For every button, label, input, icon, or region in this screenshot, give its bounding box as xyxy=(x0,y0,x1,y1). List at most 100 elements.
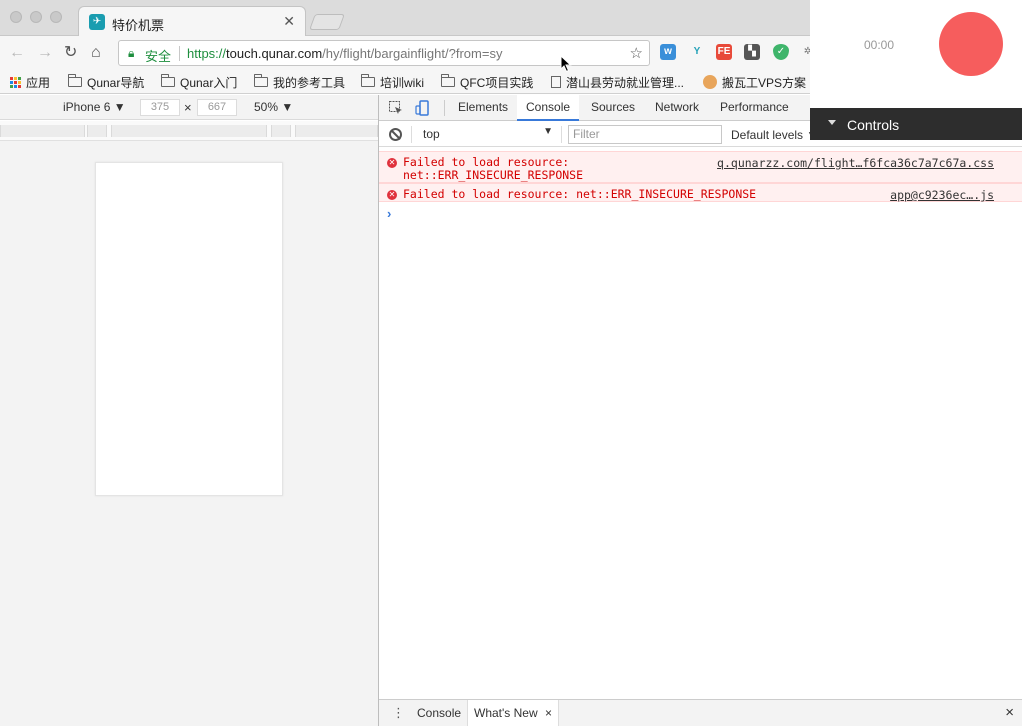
folder-icon xyxy=(254,74,268,87)
extension-fe-icon[interactable]: FE xyxy=(716,44,732,60)
context-select[interactable]: top ▼ xyxy=(415,126,555,143)
emulated-device-screen[interactable] xyxy=(95,162,283,496)
tab-network[interactable]: Network xyxy=(646,95,708,121)
ruler-segment[interactable] xyxy=(295,125,378,137)
tab-title: 特价机票 xyxy=(112,18,165,33)
bookmark-reference-tools[interactable]: 我的参考工具 xyxy=(254,73,345,91)
home-icon[interactable]: ⌂ xyxy=(91,44,101,62)
console-prompt[interactable]: › xyxy=(387,206,391,221)
media-query-ruler xyxy=(0,121,378,141)
tab-performance[interactable]: Performance xyxy=(711,95,798,121)
error-line: net::ERR_INSECURE_RESPONSE xyxy=(403,168,584,182)
drawer-tab-console[interactable]: Console xyxy=(411,700,467,726)
device-width-input[interactable]: 375 xyxy=(140,99,180,116)
toolbar-divider xyxy=(561,126,562,143)
console-output: ✕ Failed to load resource: net::ERR_INSE… xyxy=(379,148,1022,698)
recorder-controls-toggle[interactable]: Controls xyxy=(810,108,1022,140)
bookmark-employment-office[interactable]: 潜山县劳动就业管理... xyxy=(551,73,684,91)
bookmark-apps[interactable]: 应用 xyxy=(10,73,50,91)
tab-elements[interactable]: Elements xyxy=(449,95,517,121)
error-text: Failed to load resource: net::ERR_INSECU… xyxy=(403,187,757,201)
extension-glasses-icon[interactable]: ▚ xyxy=(744,44,760,60)
bookmark-label: Qunar入门 xyxy=(180,75,238,90)
log-levels-select[interactable]: Default levels ▼ xyxy=(731,128,818,142)
bookmark-qunar-nav[interactable]: Qunar导航 xyxy=(68,73,144,91)
dimension-times: × xyxy=(184,100,192,115)
bookmark-vps-plan[interactable]: 搬瓦工VPS方案 xyxy=(703,73,806,91)
screen-recorder-widget: 00:00 Controls xyxy=(810,0,1022,140)
device-select[interactable]: iPhone 6 ▼ xyxy=(63,100,126,114)
close-tab-icon[interactable]: ✕ xyxy=(283,13,295,30)
bookmark-label: 应用 xyxy=(26,75,51,90)
console-filter-input[interactable]: Filter xyxy=(568,125,722,144)
device-toggle-icon[interactable] xyxy=(415,100,431,116)
bookmark-training-wiki[interactable]: 培训wiki xyxy=(361,73,424,91)
bookmark-qfc-practice[interactable]: QFC项目实践 xyxy=(441,73,533,91)
tab-sources[interactable]: Sources xyxy=(582,95,644,121)
drawer-tab-label: What's New xyxy=(474,706,538,720)
devtools-drawer: ⋮ Console What's New × × xyxy=(379,699,1022,726)
bookmark-label: 搬瓦工VPS方案 xyxy=(722,75,807,90)
reload-icon[interactable]: ↻ xyxy=(64,44,77,62)
error-source-link[interactable]: app@c9236ec….js xyxy=(890,188,994,202)
folder-icon xyxy=(441,74,455,87)
extension-y-icon[interactable]: Y xyxy=(689,44,705,60)
bookmark-qunar-intro[interactable]: Qunar入门 xyxy=(161,73,237,91)
context-value: top xyxy=(423,127,440,141)
tab-console[interactable]: Console xyxy=(517,95,580,121)
extension-shield-icon[interactable]: ✓ xyxy=(773,44,789,60)
ruler-segment[interactable] xyxy=(271,125,291,137)
more-options-icon[interactable]: ⋮ xyxy=(392,706,405,719)
device-height-input[interactable]: 667 xyxy=(197,99,237,116)
address-divider xyxy=(179,46,180,61)
record-button[interactable] xyxy=(939,12,1003,76)
qunar-icon: ✈ xyxy=(89,14,105,30)
lock-icon: 🔒︎ xyxy=(128,46,135,60)
secure-label: 安全 xyxy=(145,49,172,64)
toolbar-divider xyxy=(411,126,412,143)
error-icon: ✕ xyxy=(387,190,397,200)
controls-label: Controls xyxy=(847,117,900,133)
triangle-down-icon xyxy=(828,120,836,125)
ruler-segment[interactable] xyxy=(111,125,267,137)
recording-timer: 00:00 xyxy=(864,38,895,52)
page-icon xyxy=(551,76,561,88)
ruler-segment[interactable] xyxy=(0,125,85,137)
console-error-message: ✕ Failed to load resource: net::ERR_INSE… xyxy=(379,183,1022,202)
drawer-tab-whats-new[interactable]: What's New × xyxy=(467,700,559,726)
window-zoom-button[interactable] xyxy=(50,11,62,23)
error-icon: ✕ xyxy=(387,158,397,168)
bookmark-label: 培训wiki xyxy=(380,75,424,90)
clear-console-icon[interactable] xyxy=(389,128,402,141)
device-toolbar: iPhone 6 ▼ 375 × 667 50% ▼ xyxy=(0,95,378,120)
inspect-element-icon[interactable] xyxy=(388,100,404,116)
error-line: Failed to load resource: xyxy=(403,155,570,169)
ruler-segment[interactable] xyxy=(87,125,107,137)
new-tab-button[interactable] xyxy=(309,14,345,30)
folder-icon xyxy=(161,74,175,87)
chevron-down-icon: ▼ xyxy=(543,126,553,137)
bookmark-label: QFC项目实践 xyxy=(460,75,534,90)
console-error-message: ✕ Failed to load resource: net::ERR_INSE… xyxy=(379,151,1022,183)
url-host: touch.qunar.com xyxy=(226,46,323,61)
url-scheme: https:// xyxy=(187,46,227,61)
extension-w-icon[interactable]: w xyxy=(660,44,676,60)
error-source-link[interactable]: q.qunarzz.com/flight…f6fca36c7a7c67a.css xyxy=(717,156,994,170)
device-viewport-area xyxy=(0,141,378,726)
browser-tab[interactable]: ✈ 特价机票 ✕ xyxy=(78,6,306,37)
apps-icon xyxy=(10,76,21,88)
window-minimize-button[interactable] xyxy=(30,11,42,23)
recorder-panel: 00:00 xyxy=(810,0,1022,108)
zoom-select[interactable]: 50% ▼ xyxy=(254,100,293,114)
window-close-button[interactable] xyxy=(10,11,22,23)
bookmark-label: 我的参考工具 xyxy=(273,75,346,90)
back-icon[interactable]: ← xyxy=(9,44,25,62)
vps-icon xyxy=(703,75,717,89)
close-drawer-tab-icon[interactable]: × xyxy=(545,706,552,720)
close-drawer-icon[interactable]: × xyxy=(1005,704,1014,721)
folder-icon xyxy=(68,74,82,87)
error-text: Failed to load resource: net::ERR_INSECU… xyxy=(403,156,583,182)
url-text[interactable]: https://touch.qunar.com/hy/flight/bargai… xyxy=(187,46,502,61)
forward-icon[interactable]: → xyxy=(37,44,53,62)
bookmark-star-icon[interactable]: ☆ xyxy=(630,44,643,62)
